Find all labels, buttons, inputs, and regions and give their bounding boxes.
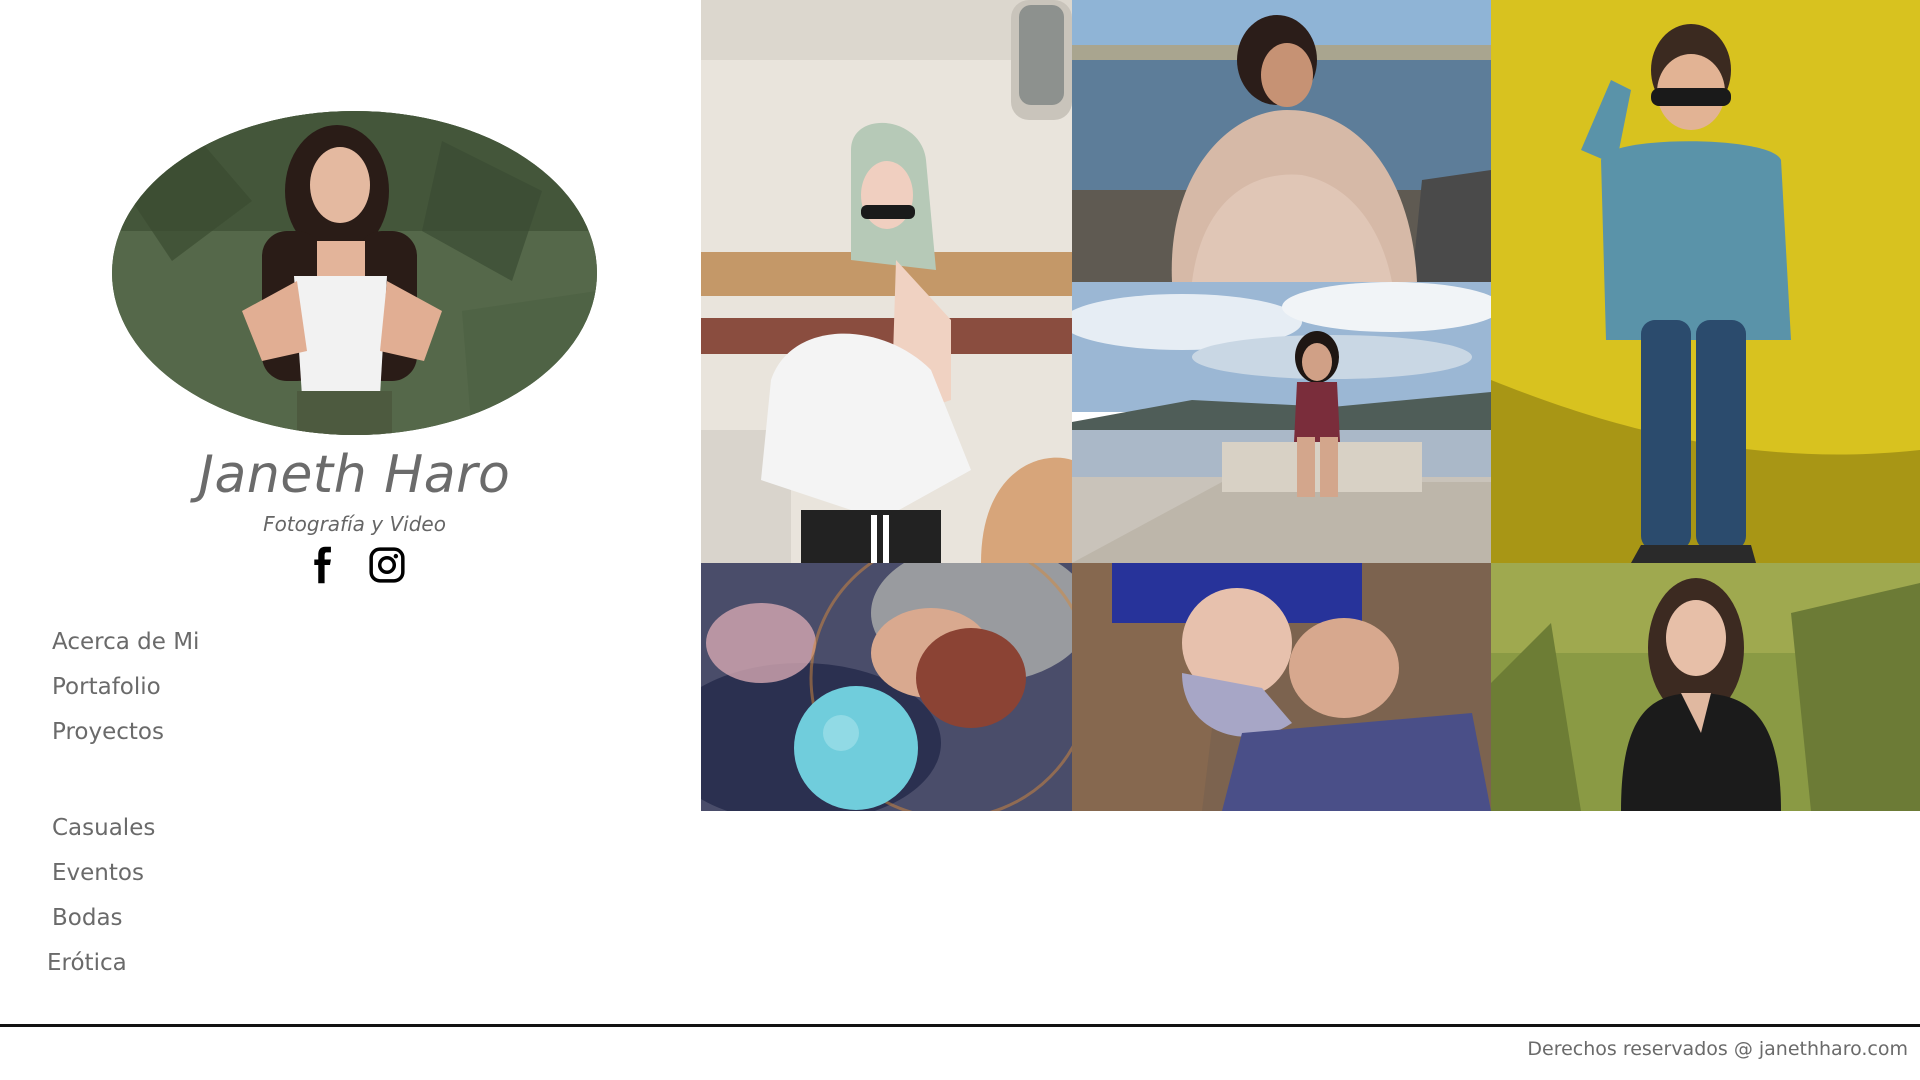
nav-link-weddings[interactable]: Bodas bbox=[52, 896, 155, 941]
page: Janeth Haro Fotografía y Video Acerca de… bbox=[0, 0, 1920, 1080]
gallery-photo-elderly-couple[interactable] bbox=[1072, 563, 1491, 811]
nav-link-events[interactable]: Eventos bbox=[52, 851, 155, 896]
site-title: Janeth Haro bbox=[198, 445, 511, 505]
gallery-photo-boy-yellow-wall[interactable] bbox=[1491, 0, 1920, 563]
nav-link-casual[interactable]: Casuales bbox=[52, 806, 155, 851]
gallery-photo-trailer-woman[interactable] bbox=[701, 0, 1072, 563]
nav-link-portfolio[interactable]: Portafolio bbox=[52, 665, 199, 710]
footer-copyright: Derechos reservados @ janethharo.com bbox=[1527, 1038, 1908, 1060]
nav-link-erotic[interactable]: Erótica bbox=[47, 941, 155, 986]
gallery-photo-moon-lamp-woman[interactable] bbox=[701, 563, 1072, 811]
nav-link-about[interactable]: Acerca de Mi bbox=[52, 620, 199, 665]
gallery-photo-grass-woman[interactable] bbox=[1491, 563, 1920, 811]
main-nav: Acerca de Mi Portafolio Proyectos bbox=[52, 620, 199, 755]
site-tagline: Fotografía y Video bbox=[263, 512, 446, 536]
social-links bbox=[304, 545, 406, 585]
gallery-photo-lake-woman[interactable] bbox=[1072, 282, 1491, 563]
category-nav: Casuales Eventos Bodas Erótica bbox=[47, 806, 155, 986]
instagram-icon[interactable] bbox=[368, 546, 406, 584]
profile-photo bbox=[112, 111, 597, 435]
gallery-photo-blanket-woman[interactable] bbox=[1072, 0, 1491, 282]
nav-link-projects[interactable]: Proyectos bbox=[52, 710, 199, 755]
facebook-icon[interactable] bbox=[304, 546, 342, 584]
footer-divider bbox=[0, 1024, 1920, 1027]
